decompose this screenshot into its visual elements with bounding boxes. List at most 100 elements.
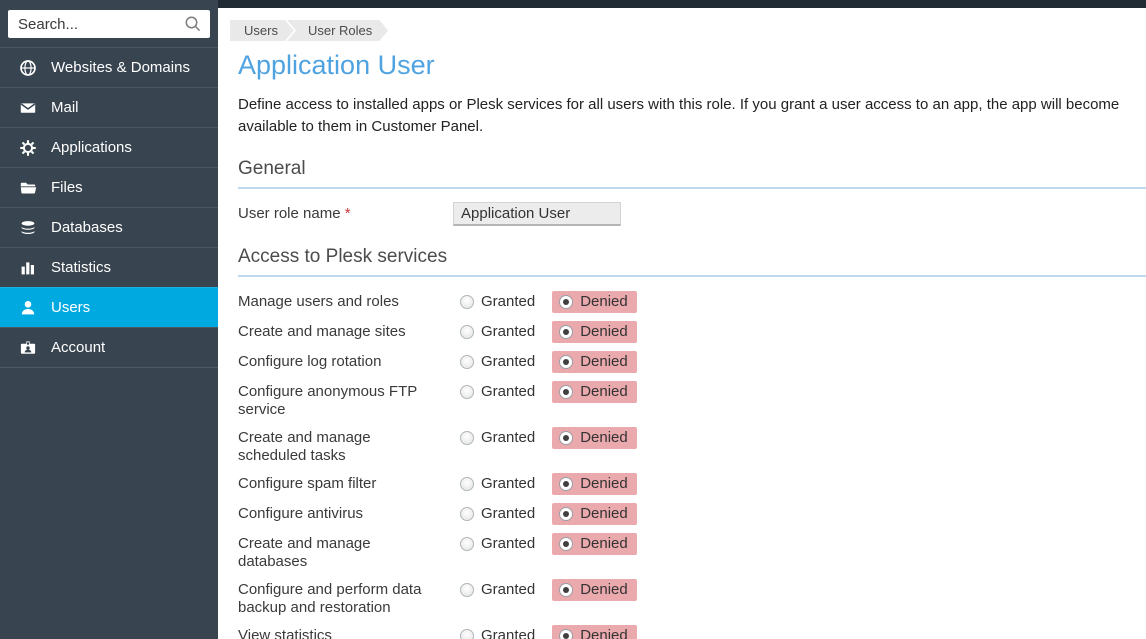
sidebar-item-databases[interactable]: Databases [0, 207, 218, 247]
sidebar-nav: Websites & Domains Mail Applications Fil… [0, 47, 218, 368]
granted-option[interactable]: Granted [453, 291, 544, 313]
denied-radio[interactable] [559, 537, 573, 551]
denied-label: Denied [580, 293, 628, 310]
denied-label: Denied [580, 323, 628, 340]
granted-radio[interactable] [460, 385, 474, 399]
database-icon [18, 219, 38, 237]
user-icon [18, 299, 38, 317]
granted-radio[interactable] [460, 507, 474, 521]
sidebar-item-label: Account [51, 339, 105, 356]
sidebar-item-users[interactable]: Users [0, 287, 218, 327]
granted-option[interactable]: Granted [453, 625, 544, 639]
granted-option[interactable]: Granted [453, 381, 544, 403]
granted-option[interactable]: Granted [453, 533, 544, 555]
denied-option[interactable]: Denied [552, 381, 637, 403]
service-row-configure-log-rotation: Configure log rotation Granted Denied [238, 351, 1146, 373]
denied-option[interactable]: Denied [552, 427, 637, 449]
page-title: Application User [238, 50, 1146, 81]
mail-icon [18, 99, 38, 117]
granted-option[interactable]: Granted [453, 579, 544, 601]
denied-option[interactable]: Denied [552, 625, 637, 639]
granted-option[interactable]: Granted [453, 321, 544, 343]
denied-label: Denied [580, 535, 628, 552]
granted-label: Granted [481, 383, 535, 400]
sidebar-item-account[interactable]: Account [0, 327, 218, 367]
service-label: Create and manage databases [238, 533, 433, 571]
denied-option[interactable]: Denied [552, 321, 637, 343]
denied-option[interactable]: Denied [552, 579, 637, 601]
sidebar: Websites & Domains Mail Applications Fil… [0, 0, 218, 639]
denied-option[interactable]: Denied [552, 291, 637, 313]
denied-label: Denied [580, 383, 628, 400]
granted-option[interactable]: Granted [453, 503, 544, 525]
granted-radio[interactable] [460, 537, 474, 551]
sidebar-item-statistics[interactable]: Statistics [0, 247, 218, 287]
granted-option[interactable]: Granted [453, 427, 544, 449]
gear-icon [18, 139, 38, 157]
granted-radio[interactable] [460, 629, 474, 639]
service-row-manage-users-and-roles: Manage users and roles Granted Denied [238, 291, 1146, 313]
sidebar-item-label: Websites & Domains [51, 59, 190, 76]
granted-radio[interactable] [460, 355, 474, 369]
sidebar-item-mail[interactable]: Mail [0, 87, 218, 127]
granted-option[interactable]: Granted [453, 473, 544, 495]
service-label: Configure spam filter [238, 473, 433, 493]
breadcrumb-user-roles[interactable]: User Roles [287, 20, 388, 41]
general-section-heading: General [238, 158, 1146, 189]
service-row-configure-and-perform-data-backup-and-restoration: Configure and perform data backup and re… [238, 579, 1146, 617]
denied-radio[interactable] [559, 295, 573, 309]
denied-radio[interactable] [559, 477, 573, 491]
denied-label: Denied [580, 429, 628, 446]
user-role-name-row: User role name * [238, 202, 1146, 226]
denied-radio[interactable] [559, 325, 573, 339]
user-role-name-input[interactable] [453, 202, 621, 226]
denied-option[interactable]: Denied [552, 503, 637, 525]
sidebar-item-label: Files [51, 179, 83, 196]
breadcrumb-users[interactable]: Users [230, 20, 294, 41]
page-description: Define access to installed apps or Plesk… [238, 94, 1146, 138]
sidebar-item-files[interactable]: Files [0, 167, 218, 207]
granted-radio[interactable] [460, 583, 474, 597]
granted-label: Granted [481, 293, 535, 310]
denied-option[interactable]: Denied [552, 473, 637, 495]
service-row-create-and-manage-scheduled-tasks: Create and manage scheduled tasks Grante… [238, 427, 1146, 465]
denied-label: Denied [580, 475, 628, 492]
denied-label: Denied [580, 581, 628, 598]
denied-option[interactable]: Denied [552, 533, 637, 555]
denied-label: Denied [580, 353, 628, 370]
service-label: Configure antivirus [238, 503, 433, 523]
breadcrumb: Users User Roles [230, 20, 1146, 41]
search-icon[interactable] [184, 15, 202, 33]
globe-icon [18, 59, 38, 77]
folder-icon [18, 179, 38, 197]
sidebar-item-websites-domains[interactable]: Websites & Domains [0, 47, 218, 87]
denied-radio[interactable] [559, 355, 573, 369]
granted-label: Granted [481, 505, 535, 522]
granted-radio[interactable] [460, 325, 474, 339]
service-label: View statistics [238, 625, 433, 639]
granted-option[interactable]: Granted [453, 351, 544, 373]
sidebar-item-label: Statistics [51, 259, 111, 276]
granted-label: Granted [481, 627, 535, 639]
granted-radio[interactable] [460, 477, 474, 491]
service-row-configure-antivirus: Configure antivirus Granted Denied [238, 503, 1146, 525]
granted-label: Granted [481, 581, 535, 598]
service-label: Configure log rotation [238, 351, 433, 371]
denied-option[interactable]: Denied [552, 351, 637, 373]
service-label: Configure and perform data backup and re… [238, 579, 433, 617]
search-input[interactable] [8, 10, 210, 38]
bar-chart-icon [18, 259, 38, 277]
service-label: Manage users and roles [238, 291, 433, 311]
denied-radio[interactable] [559, 431, 573, 445]
denied-label: Denied [580, 505, 628, 522]
denied-radio[interactable] [559, 385, 573, 399]
denied-radio[interactable] [559, 629, 573, 639]
granted-label: Granted [481, 323, 535, 340]
denied-label: Denied [580, 627, 628, 639]
denied-radio[interactable] [559, 583, 573, 597]
denied-radio[interactable] [559, 507, 573, 521]
sidebar-item-applications[interactable]: Applications [0, 127, 218, 167]
service-row-create-and-manage-sites: Create and manage sites Granted Denied [238, 321, 1146, 343]
granted-radio[interactable] [460, 295, 474, 309]
granted-radio[interactable] [460, 431, 474, 445]
